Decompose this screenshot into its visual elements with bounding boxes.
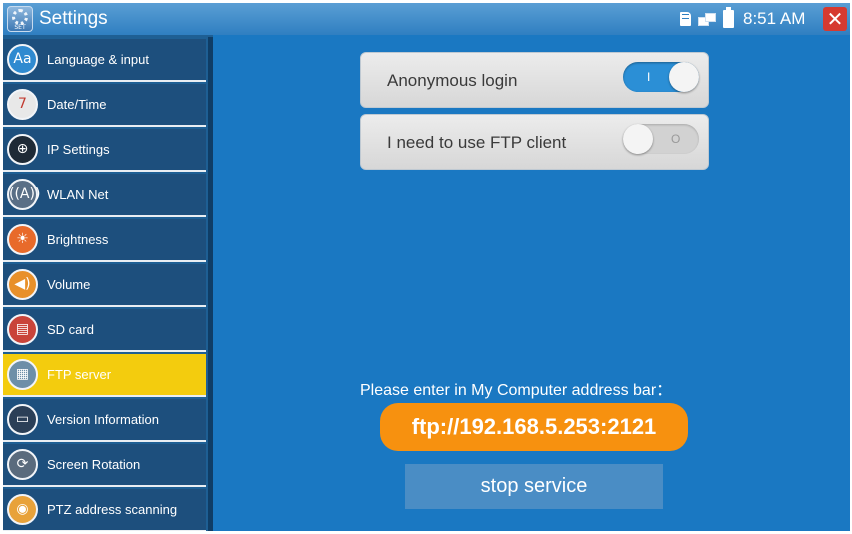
sd-card-icon: ▤	[7, 314, 38, 345]
sidebar-item-ptz-address-scanning[interactable]: ◉ PTZ address scanning	[3, 489, 206, 531]
anonymous-login-switch[interactable]: I	[623, 62, 699, 92]
sidebar-item-screen-rotation[interactable]: ⟳ Screen Rotation	[3, 444, 206, 487]
ftp-server-icon: ▦	[7, 359, 38, 390]
ftp-client-switch[interactable]: O	[623, 124, 699, 154]
sidebar-item-ftp-server[interactable]: ▦ FTP server	[3, 354, 206, 397]
sidebar-item-label: WLAN Net	[47, 187, 109, 202]
app-title: Settings	[39, 8, 108, 29]
sidebar-item-label: PTZ address scanning	[47, 502, 178, 517]
gear-icon	[12, 9, 28, 25]
sd-card-icon	[680, 12, 691, 26]
close-button[interactable]: ✕	[823, 7, 847, 31]
brightness-icon: ☀	[7, 224, 38, 255]
ftp-client-row[interactable]: I need to use FTP client O	[360, 114, 709, 170]
ftp-client-label: I need to use FTP client	[387, 133, 567, 152]
battery-icon	[723, 7, 734, 28]
sidebar-item-sd-card[interactable]: ▤ SD card	[3, 309, 206, 352]
sidebar-item-wlan-net[interactable]: ((A)) WLAN Net	[3, 174, 206, 217]
network-icon	[698, 13, 716, 26]
globe-icon: ⊕	[7, 134, 38, 165]
ptz-camera-icon: ◉	[7, 494, 38, 525]
sidebar-item-label: IP Settings	[47, 142, 110, 157]
switch-knob	[669, 62, 699, 92]
info-icon: ▭	[7, 404, 38, 435]
sidebar-item-language-input[interactable]: Aa Language & input	[3, 39, 206, 82]
sidebar-item-label: Volume	[47, 277, 91, 292]
sidebar-item-label: Version Information	[47, 412, 160, 427]
clock: 8:51 AM	[743, 9, 806, 28]
rotation-icon: ⟳	[7, 449, 38, 480]
settings-screen: SET Settings 8:51 AM ✕ Aa Language & inpu…	[3, 3, 850, 531]
sidebar-item-label: SD card	[47, 322, 94, 337]
anonymous-login-row[interactable]: Anonymous login I	[360, 52, 709, 108]
switch-on-mark: I	[647, 70, 651, 84]
sidebar-scrollbar[interactable]	[208, 37, 213, 531]
sidebar-item-label: Screen Rotation	[47, 457, 141, 472]
sidebar-item-label: FTP server	[47, 367, 112, 382]
sidebar-item-label: Language & input	[47, 52, 149, 67]
switch-knob	[623, 124, 653, 154]
sidebar-item-label: Brightness	[47, 232, 109, 247]
settings-sidebar: Aa Language & input 7 Date/Time ⊕ IP Settings…	[3, 35, 213, 531]
anonymous-login-label: Anonymous login	[387, 71, 518, 90]
stop-service-button[interactable]: stop service	[405, 464, 663, 509]
sidebar-item-date-time[interactable]: 7 Date/Time	[3, 84, 206, 127]
wifi-antenna-icon: ((A))	[7, 179, 40, 210]
title-bar: SET Settings 8:51 AM ✕	[3, 3, 850, 35]
sidebar-item-brightness[interactable]: ☀ Brightness	[3, 219, 206, 262]
ftp-address: ftp://192.168.5.253:2121	[380, 403, 688, 451]
settings-gear-icon[interactable]: SET	[7, 6, 33, 32]
sidebar-item-volume[interactable]: ◀) Volume	[3, 264, 206, 307]
sidebar-item-version-information[interactable]: ▭ Version Information	[3, 399, 206, 442]
speaker-icon: ◀)	[7, 269, 38, 300]
sidebar-item-ip-settings[interactable]: ⊕ IP Settings	[3, 129, 206, 172]
app-icon-caption: SET	[14, 24, 26, 31]
language-icon: Aa	[7, 44, 38, 75]
switch-off-mark: O	[671, 132, 681, 146]
sidebar-item-label: Date/Time	[47, 97, 107, 112]
calendar-icon: 7	[7, 89, 38, 120]
address-instruction: Please enter in My Computer address bar：	[360, 382, 673, 399]
